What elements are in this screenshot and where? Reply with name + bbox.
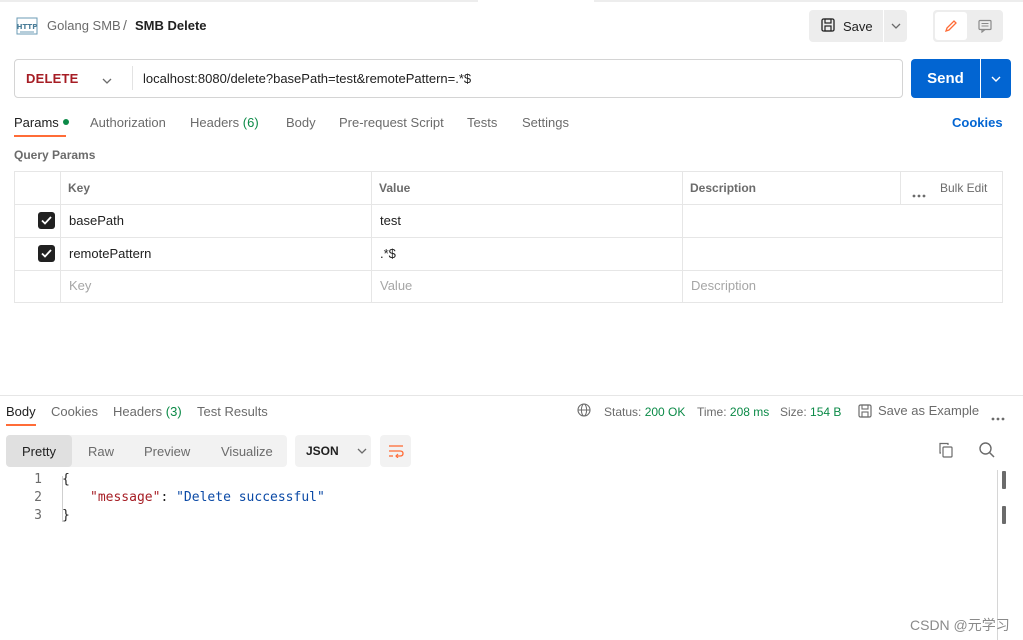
response-headers-count: (3)	[165, 404, 182, 419]
save-as-example-label: Save as Example	[878, 403, 980, 418]
tab-headers[interactable]: Headers (6)	[190, 115, 259, 130]
more-icon[interactable]	[991, 409, 1005, 424]
new-key-input[interactable]: Key	[69, 278, 91, 293]
send-options-button[interactable]	[981, 59, 1011, 98]
param-value[interactable]: test	[380, 213, 401, 228]
view-pretty[interactable]: Pretty	[6, 435, 72, 467]
search-icon[interactable]	[978, 441, 996, 462]
query-params-table: Key Value Description Bulk Edit basePath…	[14, 171, 1003, 303]
save-icon	[821, 17, 835, 35]
json-line: "message": "Delete successful"	[90, 490, 325, 505]
bulk-edit-button[interactable]: Bulk Edit	[940, 181, 987, 195]
method-select[interactable]: DELETE	[26, 71, 78, 86]
json-string-value: "Delete successful"	[176, 490, 325, 505]
row-checkbox[interactable]	[38, 245, 55, 262]
query-params-title: Query Params	[14, 148, 96, 162]
pencil-icon	[944, 20, 957, 33]
tab-authorization[interactable]: Authorization	[90, 115, 166, 130]
tab-tests[interactable]: Tests	[467, 115, 497, 130]
status-meta[interactable]: Status: 200 OK	[604, 405, 685, 419]
headers-count: (6)	[242, 115, 259, 130]
column-header-key: Key	[68, 181, 91, 195]
line-number: 3	[34, 508, 42, 523]
status-value: 200 OK	[644, 405, 686, 419]
comments-button[interactable]	[969, 12, 1001, 40]
watermark: CSDN @元学习	[910, 617, 1010, 633]
param-value[interactable]: .*$	[380, 246, 396, 261]
top-edge	[0, 0, 1023, 2]
chevron-down-icon	[357, 448, 367, 454]
scrollbar-marker[interactable]	[1002, 506, 1006, 524]
tab-response-headers[interactable]: Headers (3)	[113, 404, 182, 419]
save-label: Save	[843, 18, 873, 34]
active-tab-indicator	[6, 424, 36, 426]
json-close-brace: }	[62, 508, 70, 523]
column-header-description: Description	[690, 181, 757, 195]
tab-test-results[interactable]: Test Results	[197, 404, 268, 419]
active-tab-indicator	[14, 135, 66, 137]
new-description-input[interactable]: Description	[691, 278, 756, 293]
cookies-link[interactable]: Cookies	[952, 115, 1003, 130]
tab-response-body[interactable]: Body	[6, 404, 36, 419]
view-raw[interactable]: Raw	[88, 435, 114, 467]
copy-icon[interactable]	[938, 442, 954, 461]
tab-response-cookies[interactable]: Cookies	[51, 404, 98, 419]
chevron-down-icon[interactable]	[102, 72, 112, 87]
json-colon: :	[160, 490, 177, 505]
send-button[interactable]: Send	[911, 59, 980, 98]
chevron-down-icon	[991, 76, 1001, 82]
check-icon	[41, 249, 52, 258]
check-icon	[41, 216, 52, 225]
view-visualize[interactable]: Visualize	[221, 435, 273, 467]
http-icon: HTTP	[16, 16, 38, 36]
more-icon[interactable]	[912, 186, 926, 201]
wrap-lines-button[interactable]	[380, 435, 411, 467]
save-icon	[858, 403, 872, 418]
size-value: 154 B	[810, 405, 842, 419]
param-key[interactable]: basePath	[69, 213, 124, 228]
comment-icon	[978, 19, 992, 33]
svg-text:HTTP: HTTP	[17, 23, 38, 31]
params-indicator-dot	[62, 119, 69, 125]
view-preview[interactable]: Preview	[144, 435, 190, 467]
breadcrumb-parent[interactable]: Golang SMB	[47, 18, 121, 33]
new-value-input[interactable]: Value	[380, 278, 412, 293]
json-open-brace: {	[62, 472, 70, 487]
row-checkbox[interactable]	[38, 212, 55, 229]
save-button[interactable]: Save	[809, 10, 883, 42]
tab-body[interactable]: Body	[286, 115, 316, 130]
divider	[132, 66, 133, 90]
response-divider[interactable]	[0, 395, 1023, 396]
url-input[interactable]: localhost:8080/delete?basePath=test&remo…	[143, 71, 471, 86]
save-as-example-button[interactable]: Save as Example	[858, 403, 979, 418]
breadcrumb-separator: /	[123, 17, 127, 33]
tab-params[interactable]: Params	[14, 115, 69, 130]
line-number: 1	[34, 472, 42, 487]
tab-settings[interactable]: Settings	[522, 115, 569, 130]
time-value: 208 ms	[729, 405, 770, 419]
json-key: "message"	[90, 490, 161, 505]
line-number: 2	[34, 490, 42, 505]
edit-button[interactable]	[935, 12, 967, 40]
save-options-button[interactable]	[884, 10, 907, 42]
chevron-down-icon	[891, 23, 900, 29]
time-meta[interactable]: Time: 208 ms	[697, 405, 769, 419]
wrap-icon	[388, 445, 404, 458]
tab-prerequest-script[interactable]: Pre-request Script	[339, 115, 444, 130]
param-key[interactable]: remotePattern	[69, 246, 151, 261]
format-select[interactable]: JSON	[295, 435, 371, 467]
request-title[interactable]: SMB Delete	[135, 18, 207, 33]
globe-icon[interactable]	[577, 403, 591, 420]
scrollbar-marker[interactable]	[1002, 471, 1006, 489]
format-label: JSON	[306, 444, 339, 458]
size-meta[interactable]: Size: 154 B	[780, 405, 841, 419]
column-header-value: Value	[379, 181, 411, 195]
